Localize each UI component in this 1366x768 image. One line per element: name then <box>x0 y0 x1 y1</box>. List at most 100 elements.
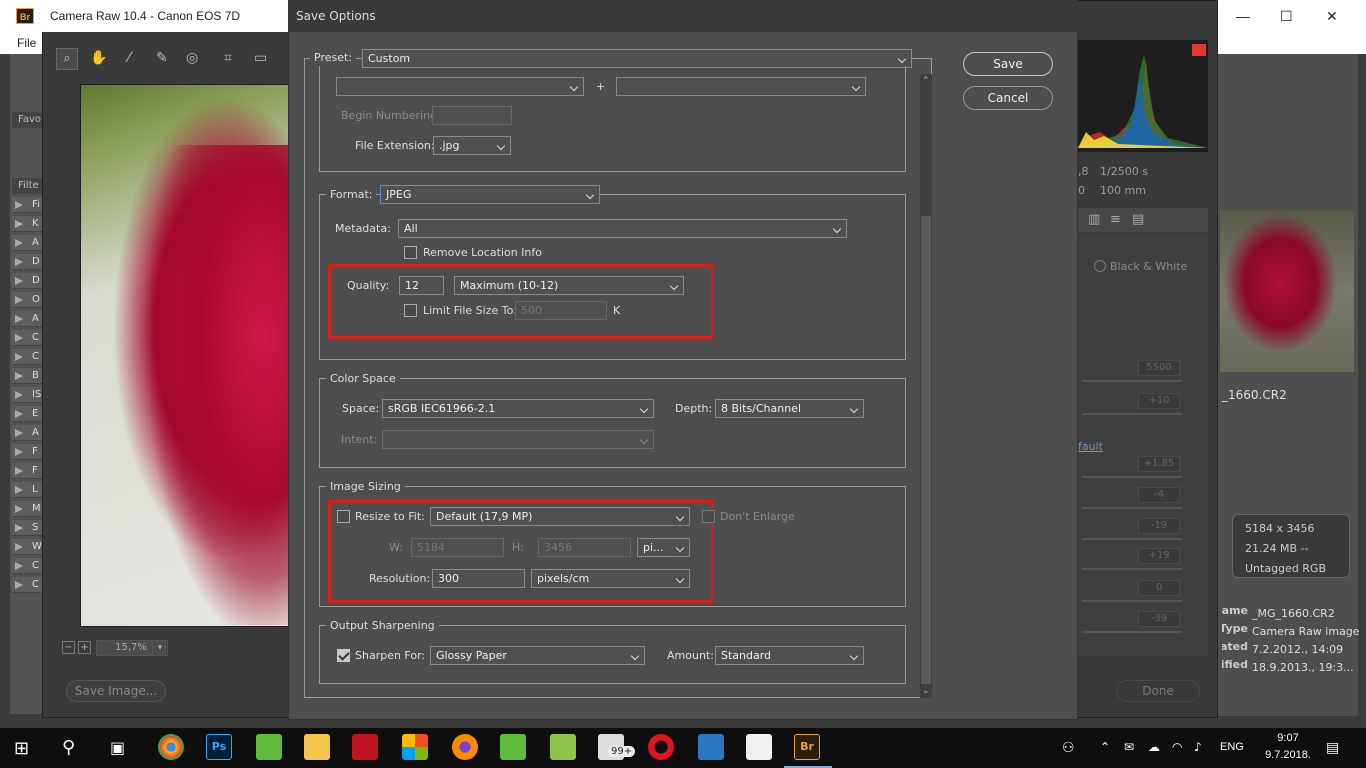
width-field[interactable]: 5184 <box>411 538 504 557</box>
chrome-icon[interactable] <box>158 734 184 760</box>
target-adjustment-tool-icon[interactable]: ◎ <box>186 50 198 66</box>
done-button[interactable]: Done <box>1116 680 1200 702</box>
crop-tool-icon[interactable]: ⌗ <box>224 50 232 66</box>
notepad-icon[interactable] <box>550 734 576 760</box>
black-white-radio[interactable] <box>1094 260 1106 272</box>
zoom-in-button[interactable]: + <box>78 641 91 654</box>
filter-item[interactable]: A <box>12 311 42 327</box>
sharpen-for-dropdown[interactable]: Glossy Paper <box>430 646 645 665</box>
clock[interactable]: 9:07 9.7.2018. <box>1262 730 1314 764</box>
close-button[interactable]: ✕ <box>1326 8 1338 25</box>
filter-item[interactable]: Fi <box>12 197 42 213</box>
app-icon-2[interactable] <box>698 734 724 760</box>
adjustment-slider[interactable] <box>1082 600 1182 602</box>
adjustment-value[interactable]: +10 <box>1138 393 1180 409</box>
windows-start-icon[interactable]: ⊞ <box>14 738 29 759</box>
camtasia-icon[interactable] <box>256 734 282 760</box>
height-field[interactable]: 3456 <box>538 538 631 557</box>
save-button[interactable]: Save <box>963 52 1053 76</box>
filter-tab[interactable]: Filte <box>12 178 42 194</box>
opera-icon[interactable] <box>648 734 674 760</box>
scrollbar-thumb[interactable] <box>921 216 931 684</box>
filter-item[interactable]: O <box>12 292 42 308</box>
tray-expand-icon[interactable]: ⌃ <box>1100 740 1110 754</box>
task-view-icon[interactable]: ▣ <box>110 738 125 757</box>
resize-to-fit-checkbox[interactable] <box>337 510 350 523</box>
adjustment-slider[interactable] <box>1082 380 1182 382</box>
scroll-down-icon[interactable]: ⌄ <box>922 686 930 696</box>
filter-item[interactable]: D <box>12 254 42 270</box>
adjustment-value[interactable]: 5500 <box>1138 360 1180 376</box>
photoshop-icon[interactable]: Ps <box>206 734 232 760</box>
filter-item[interactable]: B <box>12 368 42 384</box>
creative-cloud-icon[interactable] <box>352 734 378 760</box>
adjustment-slider[interactable] <box>1082 413 1182 415</box>
language-indicator[interactable]: ENG <box>1220 741 1244 753</box>
depth-dropdown[interactable]: 8 Bits/Channel <box>715 399 864 418</box>
adjustment-slider[interactable] <box>1082 631 1182 633</box>
adjustment-value[interactable]: -4 <box>1138 487 1180 503</box>
size-unit-dropdown[interactable]: pi... <box>637 538 690 557</box>
adjustment-value[interactable]: 0 <box>1138 580 1180 596</box>
app-icon-3[interactable] <box>746 734 772 760</box>
adjustment-slider[interactable] <box>1082 507 1182 509</box>
cancel-button[interactable]: Cancel <box>963 86 1053 110</box>
image-preview[interactable] <box>80 84 291 627</box>
image-thumbnail[interactable] <box>1220 210 1354 372</box>
adjustment-value[interactable]: -39 <box>1138 611 1180 627</box>
color-sampler-tool-icon[interactable]: ✎ <box>156 50 168 66</box>
limit-file-size-field[interactable]: 500 <box>515 301 607 320</box>
bridge-taskbar-icon[interactable]: Br <box>794 734 820 760</box>
favorites-tab[interactable]: Favo <box>12 112 42 128</box>
filter-item[interactable]: IS <box>12 387 42 403</box>
volume-icon[interactable]: ♪ <box>1194 740 1202 754</box>
filter-item[interactable]: A <box>12 425 42 441</box>
naming-dropdown-1[interactable] <box>336 77 584 96</box>
adjustment-value[interactable]: +1,85 <box>1138 456 1180 472</box>
network-icon[interactable]: ☁ <box>1148 740 1160 754</box>
filter-item[interactable]: L <box>12 482 42 498</box>
people-icon[interactable]: ⚇ <box>1062 740 1075 756</box>
action-center-icon[interactable]: ▤ <box>1326 740 1339 756</box>
naming-dropdown-2[interactable] <box>616 77 866 96</box>
wifi-icon[interactable]: ◠ <box>1172 740 1182 754</box>
dont-enlarge-checkbox[interactable] <box>702 510 715 523</box>
resolution-unit-dropdown[interactable]: pixels/cm <box>531 569 690 588</box>
format-dropdown[interactable]: JPEG <box>380 185 600 204</box>
space-dropdown[interactable]: sRGB IEC61966-2.1 <box>382 399 654 418</box>
sharpen-for-checkbox[interactable] <box>337 649 350 662</box>
straighten-tool-icon[interactable]: ▭ <box>254 50 267 66</box>
begin-numbering-field[interactable] <box>432 106 512 125</box>
zoom-tool-icon[interactable]: ⌕ <box>56 48 78 70</box>
filter-item[interactable]: C <box>12 349 42 365</box>
adjustment-value[interactable]: +19 <box>1138 548 1180 564</box>
default-link[interactable]: fault <box>1078 440 1103 453</box>
filter-item[interactable]: F <box>12 463 42 479</box>
adjustment-slider[interactable] <box>1082 538 1182 540</box>
remove-location-checkbox[interactable] <box>404 246 417 259</box>
minimize-button[interactable]: — <box>1236 8 1250 24</box>
filter-item[interactable]: A <box>12 235 42 251</box>
scroll-up-icon[interactable]: ⌃ <box>922 76 930 86</box>
filter-item[interactable]: D <box>12 273 42 289</box>
maximize-button[interactable]: ☐ <box>1280 8 1293 25</box>
filter-item[interactable]: C <box>12 558 42 574</box>
menu-file[interactable]: File <box>17 36 36 50</box>
white-balance-tool-icon[interactable]: ⁄ <box>128 50 130 66</box>
adjustment-slider[interactable] <box>1082 568 1182 570</box>
amount-dropdown[interactable]: Standard <box>715 646 864 665</box>
hand-tool-icon[interactable]: ✋ <box>90 50 107 66</box>
presets-tab-icon[interactable]: ▤ <box>1132 212 1144 227</box>
zoom-out-button[interactable]: − <box>62 641 75 654</box>
hsl-tab-icon[interactable]: ▥ <box>1088 212 1100 227</box>
clipping-warning-icon[interactable] <box>1192 44 1206 56</box>
quality-field[interactable]: 12 <box>399 276 444 295</box>
filter-item[interactable]: C <box>12 577 42 593</box>
split-toning-tab-icon[interactable]: ≡ <box>1110 212 1121 227</box>
zoom-dropdown-icon[interactable]: ▾ <box>152 640 168 656</box>
adjustment-value[interactable]: -19 <box>1138 518 1180 534</box>
adjustment-slider[interactable] <box>1082 476 1182 478</box>
resize-to-fit-dropdown[interactable]: Default (17,9 MP) <box>430 507 690 526</box>
limit-file-size-checkbox[interactable] <box>404 304 417 317</box>
intent-dropdown[interactable] <box>382 430 654 449</box>
